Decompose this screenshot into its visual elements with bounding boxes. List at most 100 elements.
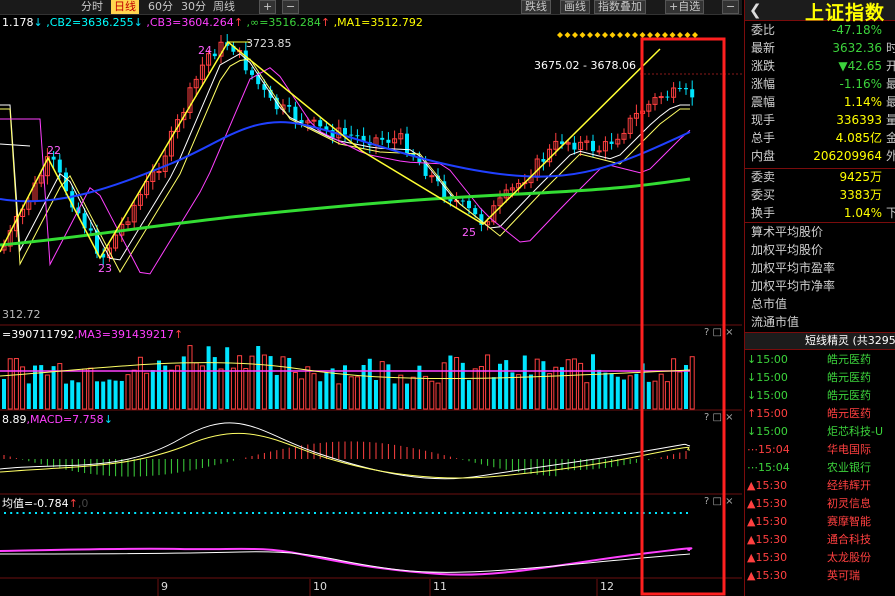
avg-tick	[593, 512, 595, 514]
diamond-marker-icon	[677, 32, 683, 38]
volume-indicator-line: =390711792,MA3=391439217↑	[2, 328, 183, 341]
candle-body	[380, 137, 385, 140]
candle-body	[212, 53, 217, 57]
peak-price-label: 3723.85	[246, 37, 292, 50]
date-label: 9	[161, 580, 168, 593]
avg-tick	[165, 512, 168, 514]
volume-bar	[88, 367, 94, 410]
avg-tick	[208, 512, 211, 514]
avg-tick	[469, 512, 471, 514]
highlight-box	[640, 37, 726, 596]
candle-body	[596, 150, 602, 153]
volume-bar	[454, 357, 460, 410]
avg-tick	[233, 512, 236, 514]
left-arrow-icon[interactable]: ❮	[749, 1, 762, 19]
tab-weekly[interactable]: 周线	[210, 0, 238, 14]
quote-label: 最新	[751, 41, 776, 55]
volume-bar	[646, 381, 651, 409]
kline-chart[interactable]	[0, 14, 742, 596]
jingling-row[interactable]: ↑15:00 皓元医药	[745, 405, 895, 423]
volume-bar	[553, 366, 559, 410]
avg-tick	[686, 512, 688, 514]
quote-row: 涨幅 -1.16% 最	[745, 75, 895, 93]
volume-bar	[584, 382, 590, 410]
candle-body	[591, 140, 595, 152]
jingling-row[interactable]: ▲15:30 通合科技	[745, 531, 895, 549]
stat-item[interactable]: 加权平均市净率	[751, 277, 835, 295]
volume-bar	[664, 381, 670, 410]
jingling-stock: 华电国际	[827, 443, 871, 456]
volume-bar	[268, 356, 273, 409]
index-overlay-button[interactable]: 指数叠加	[594, 0, 646, 14]
jingling-row[interactable]: ▲15:30 经纬辉开	[745, 477, 895, 495]
jingling-row[interactable]: ⋯15:04 农业银行	[745, 459, 895, 477]
avg-tick	[419, 512, 422, 514]
volume-panel-controls[interactable]: ? □ ×	[704, 327, 734, 338]
wave-label-25: 25	[462, 226, 476, 239]
volume-bar	[609, 373, 614, 409]
zoom-out-button[interactable]: −	[282, 0, 300, 14]
diamond-marker-icon	[654, 32, 661, 38]
avg-tick	[190, 512, 192, 514]
remove-button[interactable]: −	[722, 0, 740, 14]
avg-tick	[66, 512, 68, 514]
jingling-row[interactable]: ↓15:00 皓元医药	[745, 387, 895, 405]
tab-fenshi[interactable]: 分时	[78, 0, 106, 14]
jingling-row[interactable]: ▲15:30 赛摩智能	[745, 513, 895, 531]
volume-bar	[181, 356, 186, 409]
jingling-row[interactable]: ↓15:00 炬芯科技-U	[745, 423, 895, 441]
avg-tick	[115, 512, 118, 514]
volume-bar	[101, 381, 106, 409]
diamond-marker-icon	[587, 32, 593, 38]
volume-bar	[305, 366, 311, 410]
volume-bar	[435, 382, 441, 410]
volume-bar	[516, 374, 522, 410]
avg-tick	[252, 512, 254, 514]
avg-tick	[357, 512, 360, 514]
volume-bar	[529, 374, 533, 409]
avg-tick	[196, 512, 199, 514]
jingling-row[interactable]: ↓15:00 皓元医药	[745, 351, 895, 369]
jingling-time: ↓15:00	[747, 425, 788, 438]
tab-60min[interactable]: 60分	[145, 0, 176, 14]
volume-bar	[671, 358, 677, 410]
cb3-value: ,CB3=3604.264	[146, 16, 234, 29]
tab-daily[interactable]: 日线	[111, 0, 139, 14]
jingling-time: ↓15:00	[747, 371, 788, 384]
jingling-row[interactable]: ↓15:00 皓元医药	[745, 369, 895, 387]
diamond-marker-icon	[662, 32, 668, 38]
avg-tick	[59, 512, 62, 514]
volume-bar	[157, 360, 161, 409]
avg-panel-controls[interactable]: ? □ ×	[704, 496, 734, 507]
avg-tick	[202, 512, 205, 514]
stat-item[interactable]: 算术平均股价	[751, 223, 823, 241]
avg-tick	[78, 512, 81, 514]
volume-bar	[70, 380, 75, 409]
volume-bar	[565, 359, 571, 410]
volume-bar	[652, 380, 658, 410]
avg-tick	[673, 512, 676, 514]
stat-item[interactable]: 流通市值	[751, 313, 799, 331]
stat-item[interactable]: 加权平均股价	[751, 241, 823, 259]
up-arrow-icon: ↑	[233, 16, 244, 29]
line-button[interactable]: 跌线	[521, 0, 551, 14]
quote-ext: 最	[885, 95, 895, 109]
zoom-in-button[interactable]: +	[259, 0, 277, 14]
avg-tick	[648, 512, 651, 514]
stat-item[interactable]: 总市值	[751, 295, 787, 313]
jingling-row[interactable]: ▲15:30 太龙股份	[745, 549, 895, 567]
macd-panel-controls[interactable]: ? □ ×	[704, 412, 734, 423]
jingling-row[interactable]: ▲15:30 英可瑞	[745, 567, 895, 585]
avg-tick	[394, 512, 397, 514]
volume-bar	[280, 356, 286, 410]
draw-button[interactable]: 画线	[560, 0, 590, 14]
add-watchlist-button[interactable]: +自选	[665, 0, 705, 14]
candle-body	[460, 200, 465, 202]
jingling-row[interactable]: ▲15:30 初灵信息	[745, 495, 895, 513]
jingling-time: ⋯15:04	[747, 443, 790, 456]
inf-value: ,∞=3516.284	[246, 16, 321, 29]
volume-bar	[287, 357, 292, 409]
stat-item[interactable]: 加权平均市盈率	[751, 259, 835, 277]
tab-30min[interactable]: 30分	[178, 0, 209, 14]
jingling-row[interactable]: ⋯15:04 华电国际	[745, 441, 895, 459]
